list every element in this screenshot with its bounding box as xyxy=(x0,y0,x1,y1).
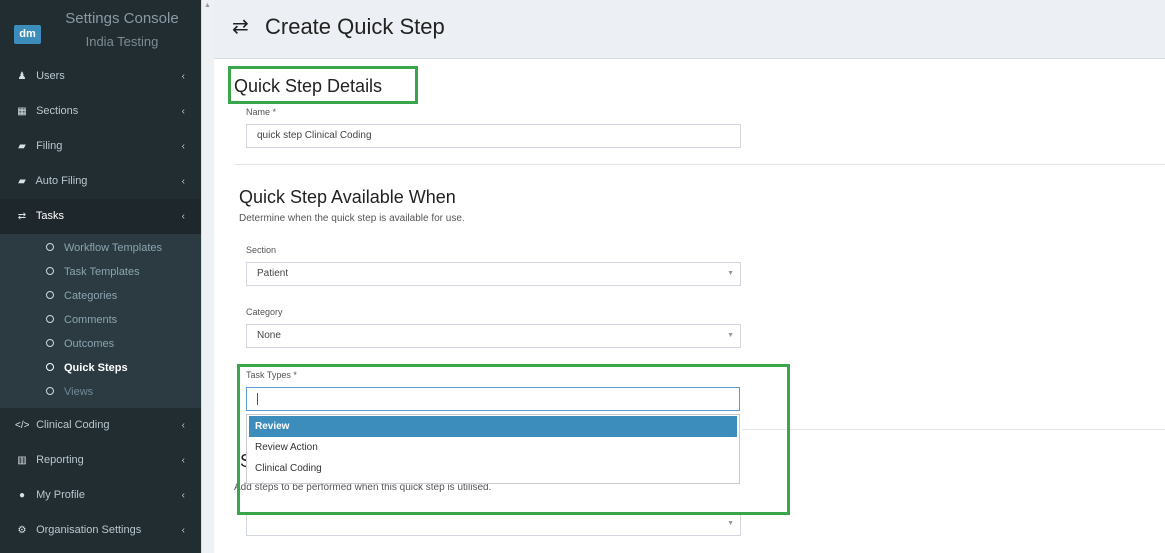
submenu-item-quick-steps[interactable]: Quick Steps xyxy=(0,356,201,380)
sidebar-item-label: Users xyxy=(36,70,65,82)
submenu-item-workflow-templates[interactable]: Workflow Templates xyxy=(0,236,201,260)
page-header: ⇄ Create Quick Step xyxy=(214,0,1165,59)
submenu-item-task-templates[interactable]: Task Templates xyxy=(0,260,201,284)
circle-icon xyxy=(46,363,54,372)
chevron-left-icon: ‹ xyxy=(181,525,185,536)
submenu-label: Outcomes xyxy=(64,338,115,350)
sidebar-item-label: Organisation Settings xyxy=(36,524,142,536)
category-label: Category xyxy=(246,307,283,317)
chevron-left-icon: ‹ xyxy=(181,106,185,117)
retweet-icon: ⇄ xyxy=(232,16,249,38)
submenu-label: Categories xyxy=(64,290,118,302)
sidebar-item-label: Reporting xyxy=(36,454,84,466)
circle-icon xyxy=(46,243,54,252)
circle-icon xyxy=(46,267,54,276)
category-select[interactable]: None ▼ xyxy=(246,324,741,348)
dropdown-option-review-action[interactable]: Review Action xyxy=(249,437,737,458)
brand: dm Settings Console India Testing xyxy=(0,0,201,58)
submenu-item-views[interactable]: Views xyxy=(0,380,201,404)
sidebar-item-my-profile[interactable]: ● My Profile ‹ xyxy=(0,478,201,513)
chevron-left-icon: ‹ xyxy=(181,211,185,222)
scroll-up-icon[interactable]: ▲ xyxy=(204,2,211,9)
chevron-left-icon: ‹ xyxy=(181,141,185,152)
table-icon: ▦ xyxy=(17,106,27,117)
name-label: Name * xyxy=(246,107,277,117)
section-value: Patient xyxy=(257,268,289,279)
sidebar-item-label: Clinical Coding xyxy=(36,419,110,431)
sidebar-item-auto-filing[interactable]: ▰ Auto Filing ‹ xyxy=(0,164,201,199)
category-value: None xyxy=(257,330,281,341)
chevron-down-icon: ▼ xyxy=(727,270,734,277)
chevron-down-icon: ▼ xyxy=(727,520,734,527)
name-input[interactable]: quick step Clinical Coding xyxy=(246,124,741,148)
folder-icon: ▰ xyxy=(18,176,26,187)
submenu-item-outcomes[interactable]: Outcomes xyxy=(0,332,201,356)
task-types-dropdown: Review Review Action Clinical Coding xyxy=(246,414,740,484)
circle-icon xyxy=(46,315,54,324)
chevron-down-icon: ▼ xyxy=(727,332,734,339)
divider xyxy=(742,429,1165,430)
dm-logo: dm xyxy=(14,25,41,44)
sidebar-menu: ♟ Users ‹ ▦ Sections ‹ ▰ Filing ‹ ▰ Auto… xyxy=(0,59,201,548)
chevron-left-icon: ‹ xyxy=(181,455,185,466)
submenu-label: Comments xyxy=(64,314,118,326)
circle-icon xyxy=(46,339,54,348)
sidebar-item-reporting[interactable]: ▥ Reporting ‹ xyxy=(0,443,201,478)
chevron-left-icon: ‹ xyxy=(181,420,185,431)
retweet-icon: ⇄ xyxy=(17,211,27,222)
user-icon: ♟ xyxy=(17,71,27,82)
folder-icon: ▰ xyxy=(18,141,26,152)
cogs-icon: ⚙ xyxy=(17,525,27,536)
section-label: Section xyxy=(246,245,277,255)
steps-select[interactable]: ▼ xyxy=(246,512,741,536)
details-title: Quick Step Details xyxy=(234,76,383,96)
sidebar-scrollbar[interactable]: ▲ xyxy=(201,0,214,553)
submenu-label: Workflow Templates xyxy=(64,242,163,254)
chevron-left-icon: ‹ xyxy=(181,176,185,187)
sidebar-item-label: Sections xyxy=(36,105,79,117)
bar-chart-icon: ▥ xyxy=(17,455,27,466)
user-circle-icon: ● xyxy=(18,490,26,501)
task-types-label: Task Types * xyxy=(246,370,297,380)
chevron-left-icon: ‹ xyxy=(181,71,185,82)
chevron-left-icon: ‹ xyxy=(181,490,185,501)
sidebar-item-organisation-settings[interactable]: ⚙ Organisation Settings ‹ xyxy=(0,513,201,548)
sidebar-item-label: My Profile xyxy=(36,489,85,501)
sidebar-item-clinical-coding[interactable]: </> Clinical Coding ‹ xyxy=(0,408,201,443)
submenu-label: Views xyxy=(64,386,94,398)
submenu-item-comments[interactable]: Comments xyxy=(0,308,201,332)
sidebar-item-label: Tasks xyxy=(35,210,64,222)
brand-title: Settings Console xyxy=(65,10,179,27)
dropdown-option-clinical-coding[interactable]: Clinical Coding xyxy=(249,458,737,479)
divider xyxy=(234,164,1165,165)
sidebar-item-label: Filing xyxy=(36,140,63,152)
text-cursor xyxy=(257,393,258,405)
submenu-label: Quick Steps xyxy=(64,362,128,374)
sidebar-item-tasks[interactable]: ⇄ Tasks ‹ xyxy=(0,199,201,234)
section-select[interactable]: Patient ▼ xyxy=(246,262,741,286)
tasks-submenu: Workflow Templates Task Templates Catego… xyxy=(0,234,201,408)
sidebar-item-users[interactable]: ♟ Users ‹ xyxy=(0,59,201,94)
sidebar-item-label: Auto Filing xyxy=(35,175,88,187)
task-types-search-input[interactable] xyxy=(246,387,740,411)
dropdown-option-review[interactable]: Review xyxy=(249,416,737,437)
submenu-label: Task Templates xyxy=(64,266,140,278)
sidebar-item-filing[interactable]: ▰ Filing ‹ xyxy=(0,129,201,164)
availability-help: Determine when the quick step is availab… xyxy=(239,213,465,224)
submenu-item-categories[interactable]: Categories xyxy=(0,284,201,308)
sidebar: dm Settings Console India Testing ♟ User… xyxy=(0,0,201,553)
brand-subtitle: India Testing xyxy=(85,34,159,49)
code-icon: </> xyxy=(15,420,30,431)
sidebar-item-sections[interactable]: ▦ Sections ‹ xyxy=(0,94,201,129)
availability-title: Quick Step Available When xyxy=(239,187,456,207)
circle-icon xyxy=(46,387,54,396)
page-title: Create Quick Step xyxy=(265,14,445,39)
circle-icon xyxy=(46,291,54,300)
